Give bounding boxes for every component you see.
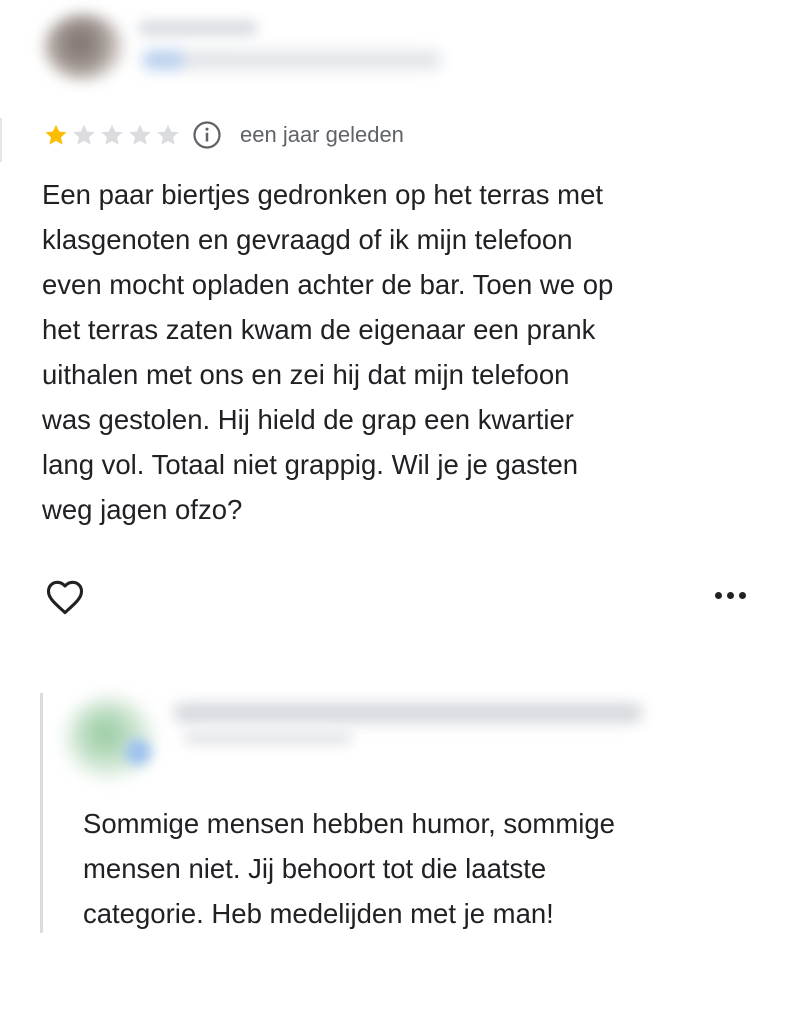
owner-name-blurred bbox=[173, 703, 643, 723]
owner-badge-blurred bbox=[125, 739, 151, 765]
star-empty-icon bbox=[126, 122, 154, 148]
reviewer-name-blurred[interactable] bbox=[138, 20, 258, 36]
owner-avatar-blurred bbox=[67, 699, 153, 777]
info-button[interactable] bbox=[192, 120, 222, 150]
star-rating bbox=[42, 122, 182, 148]
star-empty-icon bbox=[154, 122, 182, 148]
review-card: een jaar geleden Een paar biertjes gedro… bbox=[0, 0, 795, 1024]
reviewer-meta-blurred bbox=[142, 50, 442, 70]
reviewer-header-blurred[interactable] bbox=[30, 0, 450, 95]
owner-reply: Sommige mensen hebben humor, sommige men… bbox=[40, 693, 760, 933]
heart-outline-icon bbox=[46, 580, 84, 615]
star-empty-icon bbox=[70, 122, 98, 148]
info-icon bbox=[193, 121, 221, 149]
owner-reply-text: Sommige mensen hebben humor, sommige men… bbox=[83, 808, 615, 929]
star-filled-icon bbox=[42, 122, 70, 148]
like-button[interactable] bbox=[42, 574, 88, 620]
review-text: Een paar biertjes gedronken op het terra… bbox=[42, 179, 614, 525]
more-horizontal-icon-dot bbox=[714, 591, 722, 599]
more-horizontal-icon-dot bbox=[738, 591, 746, 599]
rating-row: een jaar geleden bbox=[42, 118, 404, 152]
review-time: een jaar geleden bbox=[240, 122, 404, 147]
more-horizontal-icon-dot bbox=[726, 591, 734, 599]
owner-reply-date-blurred bbox=[183, 731, 353, 745]
edge-divider bbox=[0, 118, 2, 162]
more-options-button[interactable] bbox=[708, 580, 752, 610]
reviewer-avatar[interactable] bbox=[44, 14, 124, 80]
star-empty-icon bbox=[98, 122, 126, 148]
